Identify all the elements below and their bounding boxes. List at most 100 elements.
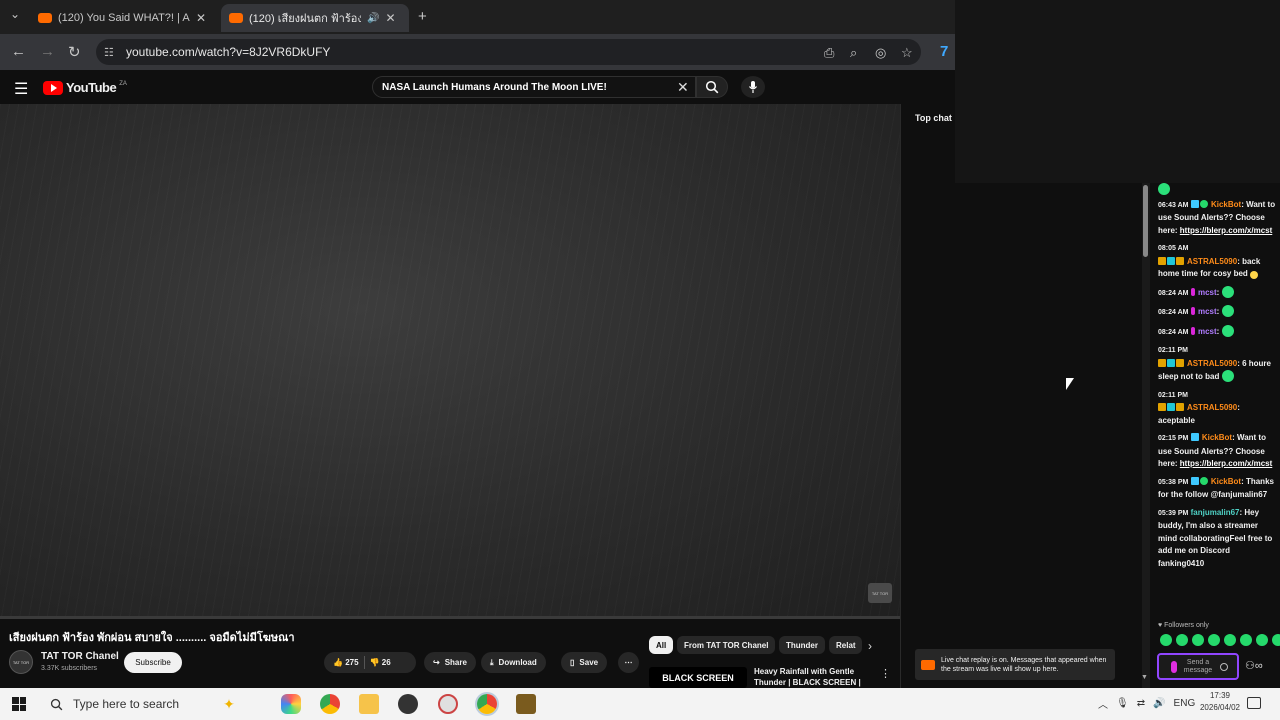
clock-date: 2026/04/02: [1199, 703, 1241, 712]
recommendation-thumbnail[interactable]: BLACK SCREEN: [649, 667, 747, 688]
microphone-icon[interactable]: 🎙: [1116, 698, 1129, 709]
clear-search-icon[interactable]: ✕: [677, 79, 689, 96]
bookmark-star-icon[interactable]: ☆: [901, 45, 913, 61]
video-player[interactable]: [0, 104, 900, 617]
obs-icon[interactable]: [398, 694, 418, 714]
emote-icon[interactable]: [1208, 634, 1220, 646]
download-button[interactable]: ⤓ Download: [481, 652, 546, 673]
tab-2-active[interactable]: (120) เสียงฝนตก ฟ้าร้อง พักผ่อน 🔊 ✕: [221, 4, 409, 32]
taskbar-search[interactable]: Type here to search ✦: [42, 688, 270, 720]
gift-badge-icon: [1176, 358, 1184, 367]
list-item: 08:24 AM mcst:: [1158, 285, 1276, 301]
bot-badge-icon: [1190, 476, 1199, 485]
emote-icon[interactable]: [1256, 634, 1268, 646]
message-time: 02:15 PM: [1158, 435, 1189, 442]
youtube-logo[interactable]: YouTube ZA: [43, 80, 127, 95]
message-link[interactable]: https://blerp.com/x/mcst: [1180, 459, 1272, 468]
chip-all[interactable]: All: [649, 636, 674, 654]
save-button[interactable]: ▯ Save: [561, 652, 608, 673]
chip-related[interactable]: Relat: [829, 636, 862, 654]
message-user[interactable]: KickBot: [1202, 433, 1232, 442]
notification-icon[interactable]: [1247, 697, 1261, 709]
channel-watermark[interactable]: TAT TOR: [868, 583, 892, 603]
address-bar[interactable]: ☷ youtube.com/watch?v=8J2VR6DkUFY ⎙ ⌕ ◎ …: [96, 39, 921, 65]
site-info-icon[interactable]: ☷: [104, 46, 118, 59]
chip-thunder[interactable]: Thunder: [779, 636, 825, 654]
file-explorer-icon[interactable]: [359, 694, 379, 714]
message-user[interactable]: ASTRAL5090: [1187, 403, 1237, 412]
channel-avatar[interactable]: TAT TOR: [9, 650, 33, 674]
emote-icon[interactable]: [1272, 634, 1280, 646]
like-button[interactable]: 👍 275: [333, 658, 359, 667]
forward-icon[interactable]: →: [40, 43, 55, 60]
top-chat-dropdown[interactable]: Top chat: [915, 113, 952, 123]
chat-scrollbar-thumb[interactable]: [1143, 185, 1148, 257]
chrome-icon[interactable]: [320, 694, 340, 714]
channel-name[interactable]: TAT TOR Chanel: [41, 651, 119, 662]
emote-icon[interactable]: [1240, 634, 1252, 646]
reload-icon[interactable]: ↻: [68, 43, 81, 61]
windows-start-icon[interactable]: [12, 697, 26, 711]
speaker-icon[interactable]: 🔊: [367, 13, 379, 24]
network-icon[interactable]: ⇄: [1137, 698, 1145, 709]
recommendation-more-icon[interactable]: ⋮: [880, 667, 891, 680]
message-link[interactable]: https://blerp.com/x/mcst: [1180, 226, 1272, 235]
share-arrow-icon: ↪: [433, 658, 440, 667]
more-actions-button[interactable]: ⋯: [618, 652, 639, 673]
video-progress-bar[interactable]: [0, 616, 900, 619]
message-user[interactable]: KickBot: [1211, 200, 1241, 209]
eye-off-icon[interactable]: ◎: [875, 45, 886, 61]
message-user[interactable]: ASTRAL5090: [1187, 359, 1237, 368]
message-user[interactable]: fanjumalin67: [1191, 508, 1240, 517]
zoom-icon[interactable]: ⌕: [850, 45, 857, 61]
hamburger-menu-icon[interactable]: ☰: [14, 79, 28, 99]
chrome-active-icon[interactable]: [477, 694, 497, 714]
share-button[interactable]: ↪ Share: [424, 652, 476, 673]
search-button[interactable]: [696, 76, 728, 98]
emoji-picker-icon[interactable]: [1220, 663, 1228, 671]
followers-only-text: Followers only: [1164, 622, 1209, 629]
message-user[interactable]: mcst: [1198, 288, 1217, 297]
emote-icon: [1221, 324, 1234, 337]
emote-icon[interactable]: [1176, 634, 1188, 646]
emote-icon[interactable]: [1192, 634, 1204, 646]
download-icon: ⤓: [490, 657, 494, 667]
tab-1[interactable]: (120) You Said WHAT?! | Anders ✕: [30, 4, 218, 32]
new-tab-button[interactable]: +: [418, 8, 427, 25]
emote-icon: [1221, 305, 1234, 317]
copilot-icon[interactable]: [281, 694, 301, 714]
emote-icon[interactable]: [1224, 634, 1236, 646]
volume-icon[interactable]: 🔊: [1153, 698, 1165, 709]
install-app-icon[interactable]: ⎙: [824, 45, 834, 61]
list-item: 05:39 PM fanjumalin67: Hey buddy, I'm al…: [1158, 507, 1273, 568]
clock[interactable]: 17:39 2026/04/02: [1190, 690, 1250, 714]
voice-search-button[interactable]: [741, 76, 765, 98]
extension-icon[interactable]: 7: [940, 43, 948, 60]
snipping-tool-icon[interactable]: [438, 694, 458, 714]
search-input[interactable]: NASA Launch Humans Around The Moon LIVE!: [372, 76, 696, 98]
message-user[interactable]: ASTRAL5090: [1187, 257, 1237, 266]
clock-time: 17:39: [1209, 691, 1231, 700]
chips-next-icon[interactable]: ›: [868, 639, 872, 653]
tab-list-button[interactable]: ⌄: [10, 7, 20, 21]
chat-settings-icon[interactable]: ⚇∞: [1245, 659, 1263, 672]
picture-in-picture-overlay[interactable]: [955, 0, 1280, 183]
chat-scrollbar[interactable]: [1142, 183, 1150, 688]
minecraft-icon[interactable]: [516, 694, 536, 714]
chip-from-channel[interactable]: From TAT TOR Chanel: [677, 636, 776, 654]
tab-close-icon[interactable]: ✕: [196, 11, 206, 25]
scroll-down-icon[interactable]: ▼: [1141, 674, 1148, 681]
message-user[interactable]: mcst: [1198, 307, 1217, 316]
show-hidden-icons-icon[interactable]: ︿: [1098, 696, 1108, 711]
followers-only-label: ♥ Followers only: [1158, 622, 1209, 629]
message-user[interactable]: mcst: [1198, 327, 1217, 336]
emote-icon[interactable]: [1160, 634, 1172, 646]
back-icon[interactable]: ←: [11, 43, 26, 60]
subscribe-button[interactable]: Subscribe: [124, 652, 182, 673]
dislike-button[interactable]: 👎 26: [370, 658, 391, 667]
tab-close-icon[interactable]: ✕: [385, 11, 395, 25]
like-count: 275: [345, 658, 359, 667]
message-user[interactable]: KickBot: [1211, 477, 1241, 486]
send-message-input[interactable]: Send a message: [1157, 653, 1239, 680]
url-text: youtube.com/watch?v=8J2VR6DkUFY: [126, 45, 331, 59]
